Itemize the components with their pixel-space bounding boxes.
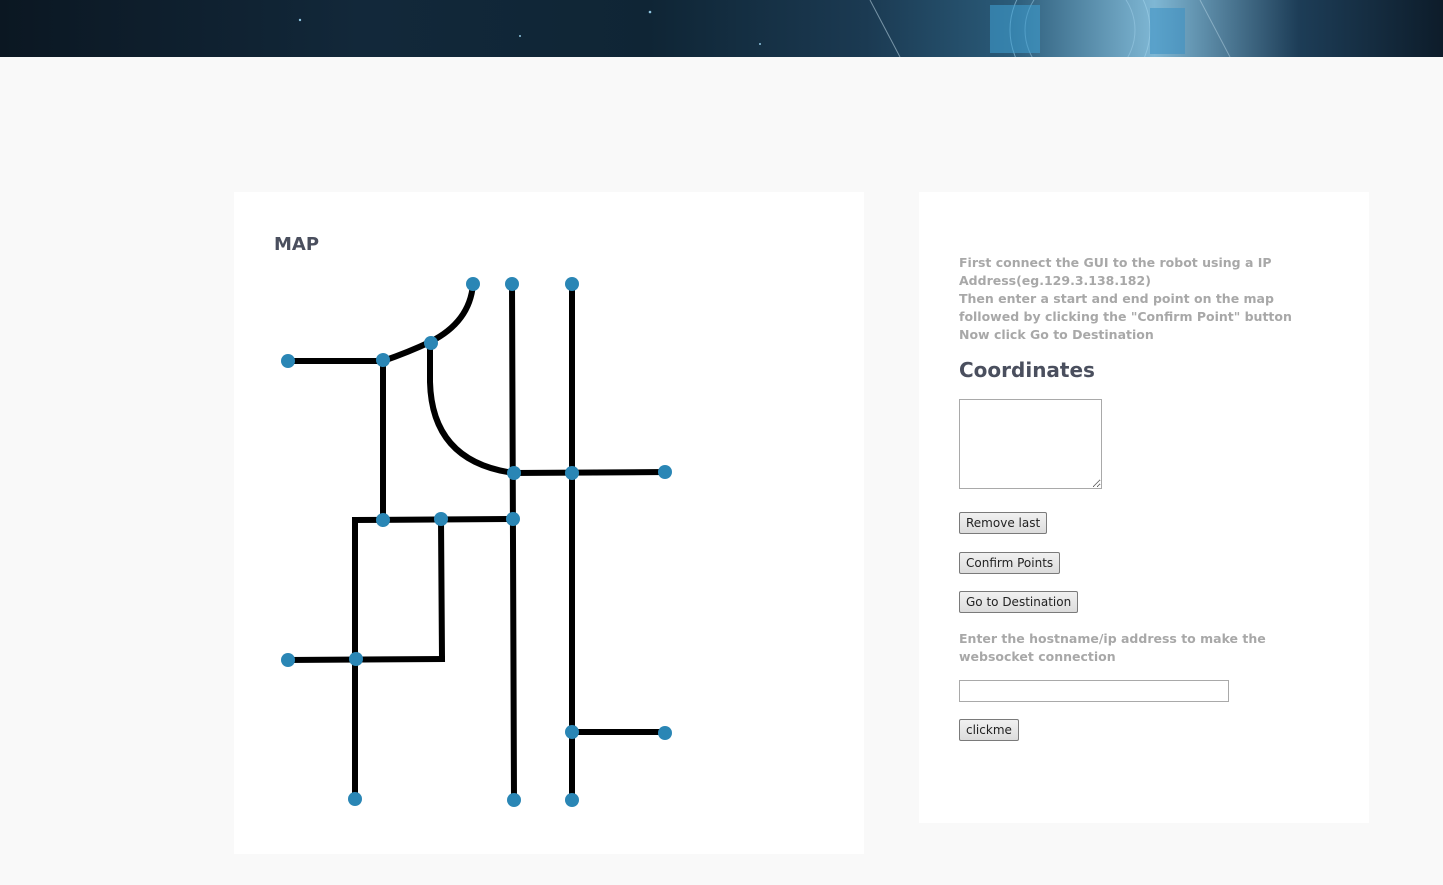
- waypoint-node: [565, 793, 579, 807]
- go-to-destination-button[interactable]: Go to Destination: [959, 591, 1079, 613]
- waypoint-node: [376, 353, 390, 367]
- header-banner: [0, 0, 1443, 57]
- road-segment: [425, 280, 477, 347]
- waypoint-node: [424, 336, 438, 350]
- waypoint-node: [281, 354, 295, 368]
- map-panel: MAP: [234, 192, 864, 854]
- waypoint-node: [505, 277, 519, 291]
- map-canvas[interactable]: [234, 192, 864, 854]
- websocket-host-input[interactable]: [959, 680, 1229, 702]
- waypoint-node: [565, 277, 579, 291]
- waypoint-nodes[interactable]: [281, 277, 672, 807]
- waypoint-node: [281, 653, 295, 667]
- waypoint-node: [466, 277, 480, 291]
- road-segment: [437, 516, 446, 663]
- road-segment: [379, 338, 434, 365]
- road-segment: [510, 468, 669, 477]
- waypoint-node: [506, 512, 520, 526]
- waypoint-node: [507, 466, 521, 480]
- control-panel: First connect the GUI to the robot using…: [919, 192, 1369, 823]
- clickme-button[interactable]: clickme: [959, 719, 1019, 741]
- waypoint-node: [507, 793, 521, 807]
- instruction-step-1: First connect the GUI to the robot using…: [959, 255, 1272, 288]
- waypoint-node: [349, 652, 363, 666]
- road-network: [284, 280, 669, 804]
- instruction-step-3: Now click Go to Destination: [959, 327, 1154, 342]
- road-segment: [284, 655, 446, 664]
- waypoint-node: [658, 465, 672, 479]
- waypoint-node: [565, 725, 579, 739]
- instructions: First connect the GUI to the robot using…: [959, 254, 1324, 344]
- waypoint-node: [376, 513, 390, 527]
- instruction-step-2: Then enter a start and end point on the …: [959, 291, 1292, 324]
- banner-graphic: [298, 0, 1231, 57]
- road-segment: [508, 280, 518, 804]
- remove-last-button[interactable]: Remove last: [959, 512, 1048, 534]
- waypoint-node: [565, 466, 579, 480]
- road-segment: [427, 339, 518, 477]
- waypoint-node: [658, 726, 672, 740]
- coordinates-title: Coordinates: [959, 358, 1095, 382]
- websocket-host-label: Enter the hostname/ip address to make th…: [959, 631, 1266, 664]
- waypoint-node: [348, 792, 362, 806]
- confirm-points-button[interactable]: Confirm Points: [959, 552, 1061, 574]
- waypoint-node: [434, 512, 448, 526]
- coordinates-textarea[interactable]: [959, 399, 1102, 489]
